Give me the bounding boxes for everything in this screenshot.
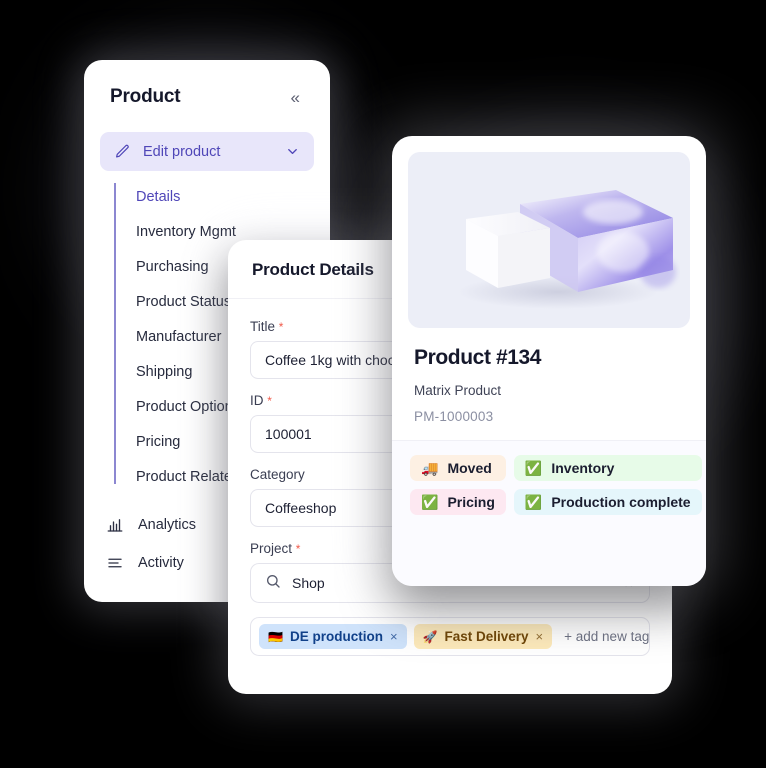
product-card: Product #134 Matrix Product PM-1000003 🚚… xyxy=(392,136,706,586)
close-icon[interactable]: × xyxy=(390,629,398,644)
check-box-icon: ✅ xyxy=(524,494,543,510)
required-marker: * xyxy=(278,320,284,334)
status-badge-moved[interactable]: 🚚 Moved xyxy=(410,455,506,481)
rocket-icon: 🚀 xyxy=(422,629,438,644)
check-box-icon: ✅ xyxy=(421,494,439,510)
sidebar-item-label: Analytics xyxy=(138,517,197,533)
tag-bar: 🇩🇪 DE production × 🚀 Fast Delivery × + a… xyxy=(250,617,650,656)
screen-root: Product « Edit product Details Inventory… xyxy=(0,0,766,768)
close-icon[interactable]: × xyxy=(536,629,544,644)
flag-germany-icon: 🇩🇪 xyxy=(268,629,283,644)
required-marker: * xyxy=(295,542,301,556)
pencil-icon xyxy=(114,143,131,160)
tag-label: Fast Delivery xyxy=(444,629,529,644)
field-label-text: Category xyxy=(250,467,305,482)
product-card-title: Product #134 xyxy=(414,346,542,369)
product-status-chips: 🚚 Moved ✅ Inventory ✅ Pricing ✅ Producti… xyxy=(392,440,706,586)
status-badge-label: Moved xyxy=(447,460,492,476)
field-label-text: ID xyxy=(250,393,264,408)
sidebar-item-details[interactable]: Details xyxy=(136,179,330,214)
status-badge-inventory[interactable]: ✅ Inventory xyxy=(513,455,702,481)
product-card-code: PM-1000003 xyxy=(414,409,494,424)
status-badge-pricing[interactable]: ✅ Pricing xyxy=(410,489,506,515)
tag-de-production[interactable]: 🇩🇪 DE production × xyxy=(259,624,407,649)
product-image xyxy=(408,152,690,328)
status-badge-production-complete[interactable]: ✅ Production complete xyxy=(513,489,702,515)
chevron-double-left-icon[interactable]: « xyxy=(287,87,304,108)
product-card-info: Product #134 Matrix Product PM-1000003 xyxy=(392,328,706,440)
chevron-down-icon[interactable] xyxy=(285,144,300,159)
truck-icon: 🚚 xyxy=(421,460,439,476)
check-box-icon: ✅ xyxy=(524,460,543,476)
status-badge-label: Inventory xyxy=(551,460,615,476)
list-lines-icon xyxy=(106,554,124,572)
bar-chart-icon xyxy=(106,516,124,534)
tag-label: DE production xyxy=(289,629,383,644)
field-label-text: Title xyxy=(250,319,276,334)
sidebar-item-label: Activity xyxy=(138,555,184,571)
status-badge-label: Pricing xyxy=(447,494,495,510)
add-new-tag-button[interactable]: + add new tag xyxy=(559,629,649,644)
search-icon xyxy=(265,573,281,594)
product-card-subtitle: Matrix Product xyxy=(414,383,502,398)
sidebar-header: Product « xyxy=(84,60,330,122)
status-badge-label: Production complete xyxy=(551,494,691,510)
sidebar-item-edit-product[interactable]: Edit product xyxy=(100,132,314,171)
required-marker: * xyxy=(267,394,272,408)
sidebar-item-label: Edit product xyxy=(143,143,221,160)
tag-fast-delivery[interactable]: 🚀 Fast Delivery × xyxy=(413,624,553,649)
product-box-illustration xyxy=(458,190,676,309)
page-title: Product xyxy=(110,86,181,107)
field-label-text: Project xyxy=(250,541,293,556)
